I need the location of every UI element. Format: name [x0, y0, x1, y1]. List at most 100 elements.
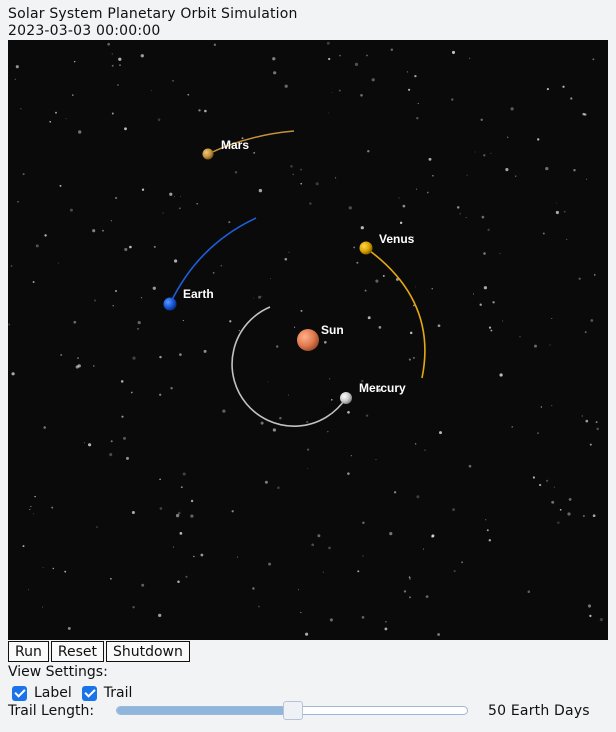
- star: [55, 111, 57, 114]
- star: [479, 303, 482, 306]
- star: [326, 41, 330, 45]
- star: [573, 168, 576, 172]
- star: [329, 378, 331, 380]
- earth-label: Earth: [183, 287, 214, 301]
- star: [11, 372, 15, 376]
- star: [537, 432, 539, 434]
- star: [432, 174, 434, 177]
- star: [159, 393, 162, 396]
- star: [140, 54, 144, 58]
- mars-body[interactable]: [202, 148, 214, 160]
- star: [409, 331, 413, 335]
- trail-length-value: 50 Earth Days: [488, 703, 590, 719]
- star: [371, 78, 375, 82]
- slider-thumb[interactable]: [283, 701, 303, 720]
- star: [335, 177, 337, 179]
- star: [412, 356, 415, 359]
- star: [57, 262, 59, 264]
- star: [431, 534, 435, 538]
- star: [177, 580, 180, 583]
- star: [329, 618, 333, 622]
- star: [323, 340, 327, 344]
- star: [252, 297, 254, 299]
- simulation-timestamp: 2023-03-03 00:00:00: [8, 23, 161, 39]
- star: [141, 188, 145, 191]
- star: [356, 261, 359, 264]
- star: [532, 476, 535, 479]
- star: [270, 278, 271, 279]
- star: [115, 196, 118, 200]
- star: [169, 192, 173, 196]
- star: [213, 43, 217, 46]
- star: [42, 606, 44, 608]
- star: [366, 54, 368, 57]
- star: [549, 344, 551, 346]
- star: [568, 497, 572, 501]
- star: [507, 136, 509, 138]
- star: [492, 301, 495, 304]
- star: [354, 62, 359, 67]
- star: [159, 507, 163, 510]
- star: [331, 91, 333, 93]
- star: [187, 93, 190, 96]
- star: [51, 506, 54, 509]
- star: [130, 391, 133, 394]
- star: [277, 486, 280, 489]
- simulation-canvas[interactable]: Sun Mercury Venus Earth Mars: [8, 40, 608, 640]
- star: [88, 443, 92, 447]
- star: [292, 173, 294, 176]
- run-button[interactable]: Run: [8, 641, 49, 662]
- star: [109, 453, 113, 457]
- view-settings-heading: View Settings:: [8, 664, 108, 680]
- star: [137, 321, 141, 325]
- mercury-body[interactable]: [340, 392, 352, 404]
- star: [96, 526, 98, 528]
- star: [490, 329, 493, 332]
- star: [78, 130, 82, 134]
- star: [557, 521, 560, 524]
- star: [408, 358, 411, 361]
- star: [162, 212, 164, 214]
- trail-checkbox[interactable]: [81, 685, 97, 701]
- star: [231, 510, 234, 513]
- star: [537, 138, 540, 141]
- star: [300, 168, 303, 171]
- star: [64, 570, 67, 573]
- star: [229, 320, 232, 323]
- star: [317, 534, 321, 538]
- star: [409, 596, 411, 599]
- star: [190, 499, 194, 503]
- star: [172, 546, 174, 548]
- star: [172, 80, 174, 82]
- venus-body[interactable]: [359, 241, 373, 255]
- star: [350, 455, 352, 457]
- trail-length-slider[interactable]: [116, 701, 468, 720]
- star: [69, 208, 73, 212]
- sun-body[interactable]: [297, 329, 319, 351]
- star: [582, 112, 585, 116]
- shutdown-button[interactable]: Shutdown: [105, 641, 190, 662]
- reset-button[interactable]: Reset: [50, 641, 104, 662]
- view-settings-checkboxes: Label Trail: [8, 683, 138, 703]
- label-checkbox[interactable]: [12, 685, 27, 701]
- earth-body[interactable]: [163, 297, 177, 311]
- star: [177, 511, 181, 515]
- star: [118, 57, 122, 61]
- star: [15, 65, 19, 69]
- star: [428, 157, 432, 161]
- star: [212, 272, 215, 274]
- star: [546, 479, 549, 482]
- star: [582, 514, 585, 517]
- venus-trail: [365, 247, 426, 379]
- star: [437, 324, 441, 328]
- star: [72, 94, 74, 96]
- star: [35, 244, 39, 248]
- star: [353, 246, 356, 249]
- star: [258, 188, 263, 193]
- star: [426, 191, 429, 194]
- star: [348, 206, 352, 210]
- star: [481, 215, 485, 219]
- star: [375, 459, 377, 461]
- star: [328, 112, 330, 114]
- star: [483, 252, 486, 255]
